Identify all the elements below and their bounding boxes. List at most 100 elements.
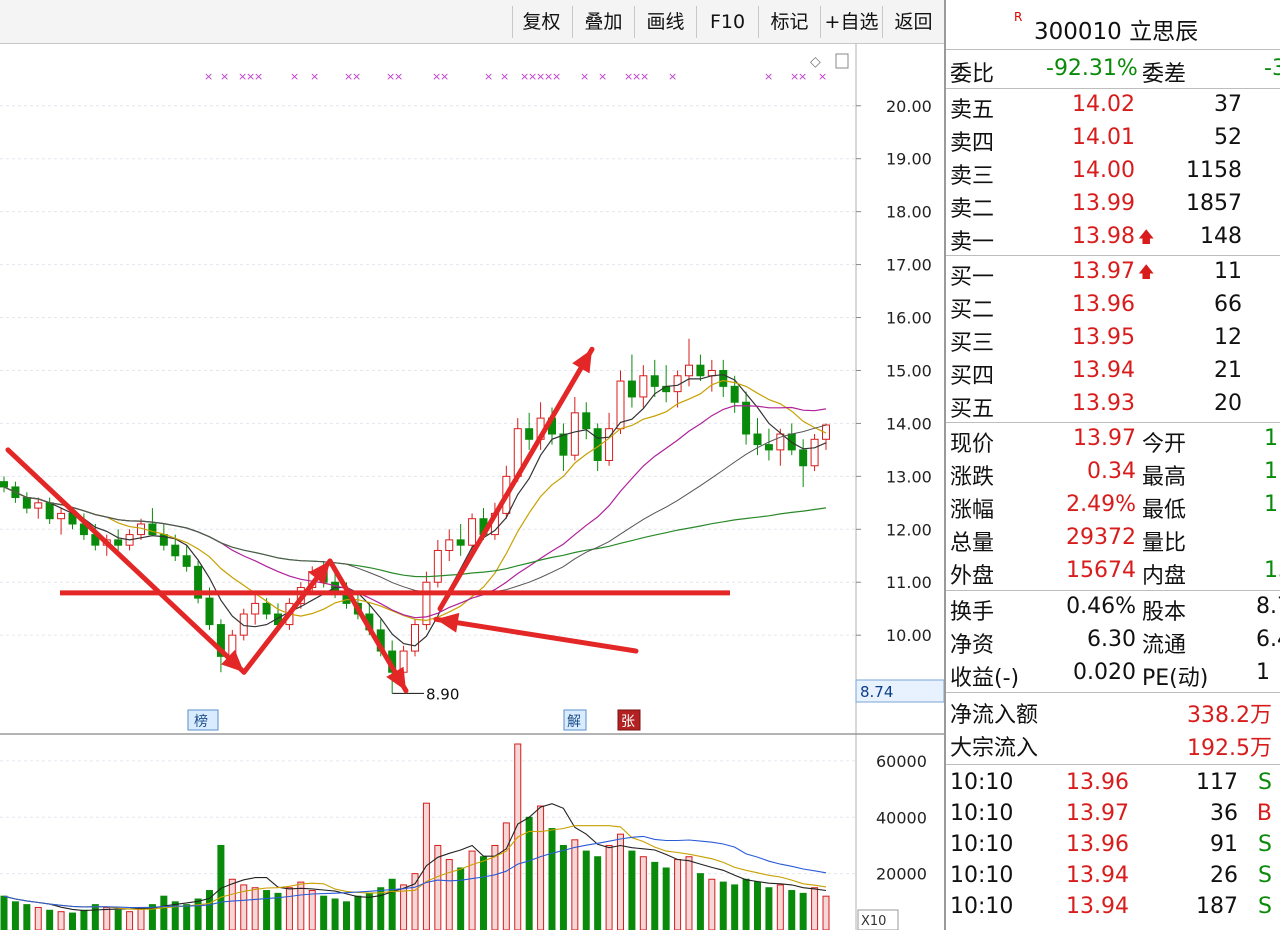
buy-level-price: 13.94 [1072, 358, 1135, 383]
overlay-button[interactable]: 叠加 [572, 6, 634, 38]
volume-bar [468, 850, 476, 930]
volume-bar [434, 844, 442, 930]
up-arrow-icon: 🡅 [1138, 227, 1155, 246]
volume-bar [57, 911, 65, 930]
tick-volume: 91 [1210, 832, 1238, 857]
price-tick-label: 12.00 [886, 520, 932, 539]
kline-chart[interactable]: 20.00 19.00 18.00 17.00 16.00 15.00 14.00 13.00… [0, 44, 945, 930]
candle-body [445, 539, 454, 551]
r-mark: R [1014, 10, 1023, 24]
volume-bar [776, 884, 784, 930]
candle-body [171, 544, 180, 557]
price-tick-label: 20.00 [886, 97, 932, 116]
ma-20-line [3, 405, 827, 619]
volume-bar [537, 805, 545, 930]
volume-bar [719, 881, 727, 930]
sell-level-volume: 37 [1214, 92, 1242, 117]
volume-bar [285, 887, 293, 930]
kline-chart-area[interactable]: 20.00 19.00 18.00 17.00 16.00 15.00 14.00 13.00… [0, 44, 945, 930]
quote-label-2: 内盘 [1142, 564, 1187, 589]
volume-bar [662, 867, 670, 930]
tick-time: 10:10 [950, 801, 1014, 826]
signal-marker: × [352, 70, 361, 83]
tick-row: 10:10 13.97 36 B [946, 801, 1280, 831]
sell-level-label: 卖一 [950, 230, 995, 255]
sell-level-price: 13.98 [1072, 224, 1135, 249]
volume-bar [799, 892, 807, 930]
buy-level-row[interactable]: 买五 13.93 20 [946, 391, 1280, 422]
buy-level-volume: 66 [1214, 292, 1242, 317]
volume-bar [754, 881, 761, 930]
volume-bar [457, 867, 465, 930]
tick-side: S [1258, 832, 1272, 857]
candle-body [205, 597, 214, 626]
volume-bar [46, 909, 54, 930]
candle-body [468, 518, 477, 546]
quote-label-2: 最高 [1142, 465, 1187, 490]
candle-body [559, 433, 568, 456]
volume-bar [822, 895, 830, 930]
tick-side: S [1258, 863, 1272, 888]
fund-flow-row: 大宗流入 192.5万 [946, 730, 1280, 761]
draw-line-button[interactable]: 画线 [634, 6, 696, 38]
diamond-icon[interactable]: ◇ [810, 54, 821, 70]
buy-level-price: 13.95 [1072, 325, 1135, 350]
fundamental-row: 净资 6.30流通 6.4 [946, 627, 1280, 658]
signal-marker: × [798, 70, 807, 83]
back-button[interactable]: 返回 [882, 6, 944, 38]
flow-value: 192.5万 [1187, 736, 1272, 761]
volume-bar [696, 873, 704, 930]
candle-body [525, 428, 534, 440]
f10-button[interactable]: F10 [696, 6, 758, 38]
volume-bar [343, 901, 350, 930]
sell-level-volume: 1158 [1186, 158, 1242, 183]
quote-value-2: 1 [1264, 492, 1278, 517]
sell-level-row[interactable]: 卖四 14.01 52 [946, 125, 1280, 156]
buy-level-price: 13.97 [1072, 259, 1135, 284]
volume-bar [0, 895, 8, 930]
add-watchlist-button[interactable]: +自选 [820, 6, 882, 38]
restore-rights-button[interactable]: 复权 [512, 6, 570, 38]
sell-level-row[interactable]: 卖二 13.99 1857 [946, 191, 1280, 222]
buy-level-row[interactable]: 买四 13.94 21 [946, 358, 1280, 389]
event-box-3-text: 张 [621, 714, 635, 730]
fund-label: 换手 [950, 600, 995, 625]
buy-level-row[interactable]: 买一 13.97 11 🡅 [946, 259, 1280, 290]
fund-value-2: 8.7 [1256, 594, 1280, 619]
volume-bar [80, 909, 88, 930]
volume-bar [525, 816, 533, 930]
event-box-1-text: 榜 [194, 713, 208, 730]
sell-level-row[interactable]: 卖五 14.02 37 [946, 92, 1280, 123]
tick-price: 13.96 [1066, 832, 1129, 857]
fund-label-2: 流通 [1142, 633, 1187, 658]
quote-label: 涨跌 [950, 465, 995, 490]
price-tick-label: 13.00 [886, 467, 932, 486]
sell-level-row[interactable]: 卖一 13.98 148 🡅 [946, 224, 1280, 255]
volume-bar [559, 844, 567, 930]
volume-bar [331, 898, 339, 930]
candlesticks [0, 338, 830, 694]
quote-label: 现价 [950, 432, 995, 457]
panel-toggle-icon[interactable] [835, 53, 849, 69]
weibi-label: 委比 [950, 62, 995, 87]
sell-level-row[interactable]: 卖三 14.00 1158 [946, 158, 1280, 189]
stock-code-name[interactable]: 300010 立思辰 [1034, 12, 1198, 46]
price-grid [0, 105, 856, 636]
candle-body [34, 502, 43, 509]
buy-level-row[interactable]: 买三 13.95 12 [946, 325, 1280, 356]
buy-level-row[interactable]: 买二 13.96 66 [946, 292, 1280, 323]
candle-body [810, 438, 819, 467]
buy-level-label: 买三 [950, 331, 995, 356]
quote-value: 15674 [1066, 558, 1136, 583]
quote-label-2: 最低 [1142, 498, 1187, 523]
volume-tick-label: 40000 [876, 808, 927, 827]
buy-level-label: 买一 [950, 265, 995, 290]
sell-level-label: 卖四 [950, 131, 995, 156]
mark-button[interactable]: 标记 [758, 6, 820, 38]
volume-bar [365, 892, 373, 930]
price-tick-label: 18.00 [886, 203, 932, 222]
candle-body [262, 602, 271, 615]
tick-row: 10:10 13.94 187 S [946, 894, 1280, 924]
signal-marker: × [668, 70, 677, 83]
fund-flow-row: 净流入额 338.2万 [946, 697, 1280, 728]
